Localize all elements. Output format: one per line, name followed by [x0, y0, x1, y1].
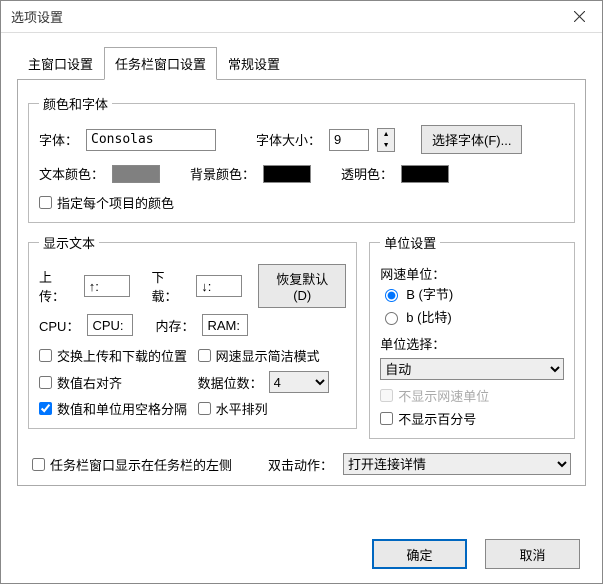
close-button[interactable]: [557, 1, 602, 33]
cancel-button[interactable]: 取消: [485, 539, 580, 569]
spinner-down[interactable]: ▼: [378, 140, 394, 151]
font-label: 字体：: [39, 130, 78, 149]
per-item-color-input[interactable]: [39, 196, 52, 209]
net-concise-checkbox[interactable]: 网速显示简洁模式: [198, 346, 347, 365]
tab-general[interactable]: 常规设置: [217, 47, 291, 80]
mem-input[interactable]: [202, 314, 248, 336]
upload-label: 上传：: [39, 267, 76, 305]
bg-color-label: 背景颜色：: [190, 164, 255, 183]
hide-net-unit-checkbox: 不显示网速单位: [380, 386, 564, 405]
digits-label: 数据位数：: [198, 373, 263, 392]
unit-settings-group: 单位设置 网速单位： B (字节) b (比特) 单位选择： 自动 不显示网速单…: [369, 233, 575, 439]
display-text-group: 显示文本 上传： 下载： 恢复默认(D) CPU：: [28, 233, 357, 429]
font-size-input[interactable]: [329, 129, 369, 151]
trans-color-label: 透明色：: [341, 164, 393, 183]
horizontal-checkbox[interactable]: 水平排列: [198, 399, 347, 418]
space-sep-checkbox[interactable]: 数值和单位用空格分隔: [39, 399, 188, 418]
font-size-spinner: ▲ ▼: [377, 128, 395, 152]
restore-default-button[interactable]: 恢复默认(D): [258, 264, 346, 308]
close-icon: [574, 11, 585, 22]
dbl-click-label: 双击动作：: [268, 455, 333, 474]
font-input[interactable]: [86, 129, 216, 151]
radio-byte[interactable]: B (字节): [380, 284, 564, 303]
bg-color-swatch[interactable]: [263, 165, 311, 183]
text-color-swatch[interactable]: [112, 165, 160, 183]
unit-settings-legend: 单位设置: [380, 233, 440, 252]
choose-font-button[interactable]: 选择字体(F)...: [421, 125, 522, 154]
font-color-legend: 颜色和字体: [39, 94, 112, 113]
cpu-input[interactable]: [87, 314, 133, 336]
ok-button[interactable]: 确定: [372, 539, 467, 569]
window-title: 选项设置: [11, 7, 557, 26]
tab-main-window[interactable]: 主窗口设置: [17, 47, 104, 80]
right-align-checkbox[interactable]: 数值右对齐: [39, 371, 188, 393]
show-left-side-checkbox[interactable]: 任务栏窗口显示在任务栏的左侧: [32, 455, 232, 474]
hide-percent-checkbox[interactable]: 不显示百分号: [380, 409, 564, 428]
per-item-color-checkbox[interactable]: 指定每个项目的颜色: [39, 193, 174, 212]
cpu-label: CPU：: [39, 316, 79, 335]
net-unit-label: 网速单位：: [380, 267, 445, 282]
download-label: 下载：: [151, 267, 188, 305]
download-input[interactable]: [196, 275, 242, 297]
dialog-buttons: 确定 取消: [372, 539, 580, 569]
trans-color-swatch[interactable]: [401, 165, 449, 183]
options-dialog: 选项设置 主窗口设置 任务栏窗口设置 常规设置 颜色和字体 字体： 字体大小： …: [0, 0, 603, 584]
spinner-up[interactable]: ▲: [378, 129, 394, 140]
font-color-group: 颜色和字体 字体： 字体大小： ▲ ▼ 选择字体(F)... 文本颜色：: [28, 94, 575, 223]
tab-pane: 颜色和字体 字体： 字体大小： ▲ ▼ 选择字体(F)... 文本颜色：: [17, 80, 586, 486]
text-color-label: 文本颜色：: [39, 164, 104, 183]
font-size-label: 字体大小：: [256, 130, 321, 149]
upload-input[interactable]: [84, 275, 130, 297]
radio-bit[interactable]: b (比特): [380, 307, 564, 326]
dbl-click-select[interactable]: 打开连接详情: [343, 453, 571, 475]
unit-select-label: 单位选择：: [380, 337, 445, 352]
tab-taskbar-window[interactable]: 任务栏窗口设置: [104, 47, 217, 80]
mem-label: 内存：: [155, 316, 194, 335]
titlebar: 选项设置: [1, 1, 602, 33]
display-text-legend: 显示文本: [39, 233, 99, 252]
tab-bar: 主窗口设置 任务栏窗口设置 常规设置: [17, 47, 586, 80]
unit-select[interactable]: 自动: [380, 358, 564, 380]
digits-select[interactable]: 4: [269, 371, 329, 393]
swap-pos-checkbox[interactable]: 交换上传和下载的位置: [39, 346, 188, 365]
